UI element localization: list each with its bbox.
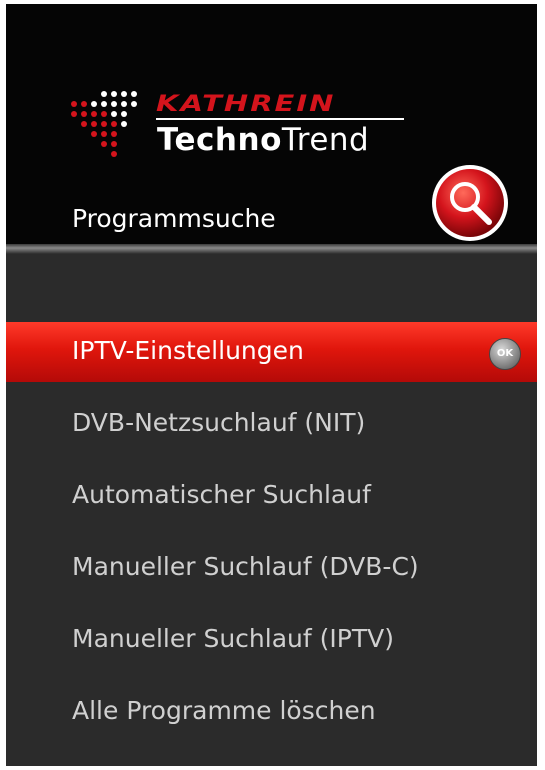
brand-name: KATHREIN	[156, 90, 336, 117]
menu-item-automatischer-suchlauf[interactable]: Automatischer Suchlauf	[6, 466, 537, 526]
header-divider	[6, 244, 537, 254]
menu-item-manueller-suchlauf-dvb-c[interactable]: Manueller Suchlauf (DVB-C)	[6, 538, 537, 598]
menu-item-label: Automatischer Suchlauf	[72, 480, 371, 509]
menu-item-label: Alle Programme löschen	[72, 696, 376, 725]
brand-divider	[156, 118, 404, 120]
menu-item-alle-programme-loeschen[interactable]: Alle Programme löschen	[6, 682, 537, 742]
menu-item-label: DVB-Netzsuchlauf (NIT)	[72, 408, 366, 437]
menu-item-dvb-netzsuchlauf[interactable]: DVB-Netzsuchlauf (NIT)	[6, 394, 537, 454]
brand-sub-bold: Techno	[157, 122, 282, 158]
menu-item-manueller-suchlauf-iptv[interactable]: Manueller Suchlauf (IPTV)	[6, 610, 537, 670]
search-icon[interactable]	[429, 162, 511, 244]
kathrein-logo-icon	[71, 91, 137, 157]
menu-list: IPTV-Einstellungen OK DVB-Netzsuchlauf (…	[6, 254, 537, 766]
brand-subtitle: TechnoTrend	[157, 122, 369, 158]
menu-item-label: Manueller Suchlauf (DVB-C)	[72, 552, 419, 581]
brand-sub-light: Trend	[281, 122, 370, 158]
menu-item-label: IPTV-Einstellungen	[72, 336, 304, 365]
menu-item-label: Manueller Suchlauf (IPTV)	[72, 624, 394, 653]
ok-button-icon: OK	[489, 338, 521, 370]
menu-item-iptv-einstellungen[interactable]: IPTV-Einstellungen OK	[6, 322, 537, 382]
page-title: Programmsuche	[72, 204, 276, 233]
tv-menu-screen: KATHREIN TechnoTrend Programmsuche IPTV-…	[6, 4, 537, 766]
header: KATHREIN TechnoTrend Programmsuche	[6, 4, 537, 244]
